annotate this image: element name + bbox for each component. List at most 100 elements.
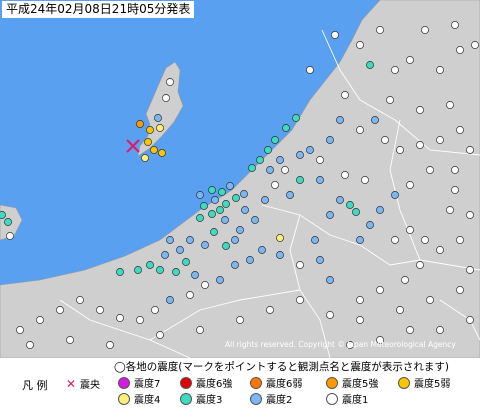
station-marker[interactable] — [271, 181, 279, 189]
station-marker[interactable] — [326, 211, 334, 219]
station-marker[interactable] — [316, 156, 324, 164]
station-marker[interactable] — [376, 26, 384, 34]
station-marker[interactable] — [144, 138, 152, 146]
station-marker[interactable] — [134, 266, 142, 274]
station-marker[interactable] — [356, 236, 364, 244]
station-marker[interactable] — [371, 116, 379, 124]
station-marker[interactable] — [306, 146, 314, 154]
station-marker[interactable] — [136, 316, 144, 324]
station-marker[interactable] — [264, 146, 272, 154]
station-marker[interactable] — [446, 206, 454, 214]
station-marker[interactable] — [466, 316, 474, 324]
station-marker[interactable] — [361, 176, 369, 184]
station-marker[interactable] — [172, 268, 180, 276]
station-marker[interactable] — [416, 261, 424, 269]
station-marker[interactable] — [436, 66, 444, 74]
station-marker[interactable] — [316, 256, 324, 264]
station-marker[interactable] — [456, 126, 464, 134]
station-marker[interactable] — [296, 296, 304, 304]
station-marker[interactable] — [161, 251, 169, 259]
station-marker[interactable] — [150, 146, 158, 154]
station-marker[interactable] — [176, 246, 184, 254]
station-marker[interactable] — [406, 226, 414, 234]
station-marker[interactable] — [162, 94, 170, 102]
station-marker[interactable] — [356, 296, 364, 304]
station-marker[interactable] — [451, 21, 459, 29]
station-marker[interactable] — [216, 276, 224, 284]
station-marker[interactable] — [281, 166, 289, 174]
station-marker[interactable] — [236, 226, 244, 234]
station-marker[interactable] — [158, 149, 166, 157]
station-marker[interactable] — [341, 171, 349, 179]
station-marker[interactable] — [436, 136, 444, 144]
station-marker[interactable] — [391, 236, 399, 244]
station-marker[interactable] — [154, 114, 162, 122]
station-marker[interactable] — [466, 146, 474, 154]
station-marker[interactable] — [366, 61, 374, 69]
station-marker[interactable] — [376, 286, 384, 294]
station-marker[interactable] — [258, 246, 266, 254]
station-marker[interactable] — [366, 221, 374, 229]
station-marker[interactable] — [391, 191, 399, 199]
station-marker[interactable] — [4, 218, 12, 226]
station-marker[interactable] — [471, 41, 479, 49]
station-marker[interactable] — [326, 136, 334, 144]
station-marker[interactable] — [456, 236, 464, 244]
station-marker[interactable] — [251, 216, 259, 224]
station-marker[interactable] — [416, 106, 424, 114]
station-marker[interactable] — [446, 101, 454, 109]
station-marker[interactable] — [116, 268, 124, 276]
station-marker[interactable] — [6, 232, 14, 240]
station-marker[interactable] — [456, 286, 464, 294]
station-marker[interactable] — [406, 181, 414, 189]
station-marker[interactable] — [356, 126, 364, 134]
station-marker[interactable] — [116, 314, 124, 322]
station-marker[interactable] — [256, 156, 264, 164]
station-marker[interactable] — [222, 242, 230, 250]
station-marker[interactable] — [331, 31, 339, 39]
station-marker[interactable] — [276, 234, 284, 242]
station-marker[interactable] — [316, 176, 324, 184]
station-marker[interactable] — [386, 96, 394, 104]
station-marker[interactable] — [146, 261, 154, 269]
station-marker[interactable] — [421, 26, 429, 34]
station-marker[interactable] — [311, 236, 319, 244]
station-marker[interactable] — [261, 196, 269, 204]
station-marker[interactable] — [182, 258, 190, 266]
station-marker[interactable] — [356, 41, 364, 49]
station-marker[interactable] — [416, 141, 424, 149]
station-marker[interactable] — [66, 336, 74, 344]
station-marker[interactable] — [166, 236, 174, 244]
station-marker[interactable] — [346, 201, 354, 209]
station-marker[interactable] — [136, 120, 144, 128]
station-marker[interactable] — [156, 331, 164, 339]
station-marker[interactable] — [76, 296, 84, 304]
station-marker[interactable] — [241, 206, 249, 214]
station-marker[interactable] — [266, 166, 274, 174]
station-marker[interactable] — [306, 66, 314, 74]
station-marker[interactable] — [166, 296, 174, 304]
station-marker[interactable] — [201, 281, 209, 289]
station-marker[interactable] — [336, 196, 344, 204]
station-marker[interactable] — [266, 306, 274, 314]
station-marker[interactable] — [466, 266, 474, 274]
station-marker[interactable] — [96, 306, 104, 314]
station-marker[interactable] — [222, 200, 230, 208]
station-marker[interactable] — [426, 166, 434, 174]
station-marker[interactable] — [296, 176, 304, 184]
station-marker[interactable] — [56, 306, 64, 314]
station-marker[interactable] — [196, 326, 204, 334]
station-marker[interactable] — [226, 182, 234, 190]
station-marker[interactable] — [391, 66, 399, 74]
station-marker[interactable] — [276, 156, 284, 164]
station-marker[interactable] — [406, 326, 414, 334]
station-marker[interactable] — [146, 126, 154, 134]
station-marker[interactable] — [381, 136, 389, 144]
station-marker[interactable] — [436, 246, 444, 254]
station-marker[interactable] — [231, 261, 239, 269]
station-marker[interactable] — [106, 341, 114, 349]
station-marker[interactable] — [200, 202, 208, 210]
station-marker[interactable] — [356, 316, 364, 324]
station-marker[interactable] — [336, 116, 344, 124]
station-marker[interactable] — [341, 91, 349, 99]
